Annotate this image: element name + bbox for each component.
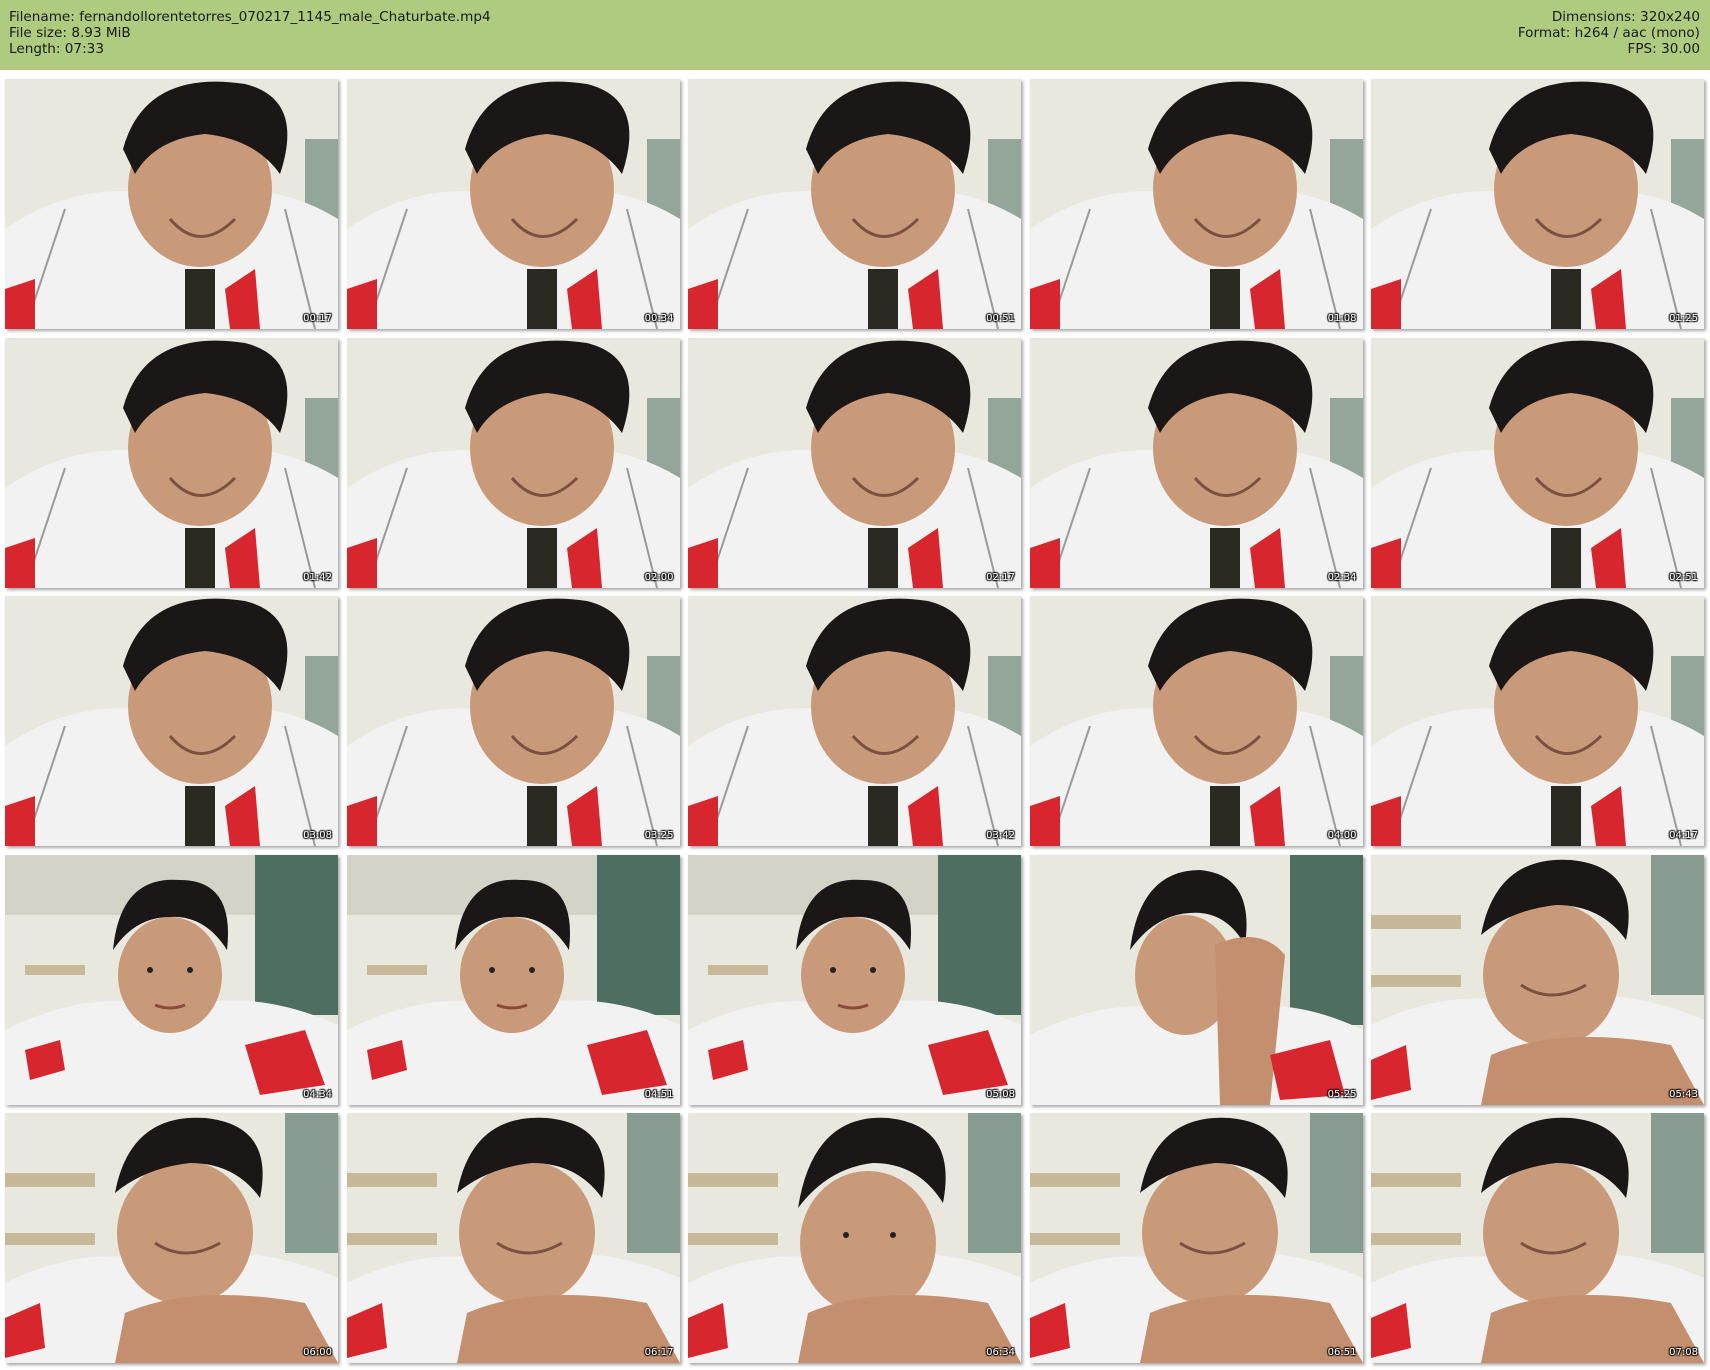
thumbnail-frame-image xyxy=(1371,337,1704,588)
thumbnail-timestamp: 01:08 xyxy=(1327,313,1357,324)
video-thumbnail: 01:42 xyxy=(5,337,338,588)
thumbnail-timestamp: 02:34 xyxy=(1327,571,1357,583)
video-thumbnail: 01:25 xyxy=(1371,79,1704,329)
fps-text: FPS: 30.00 xyxy=(1627,41,1700,57)
video-thumbnail: 04:00 xyxy=(1029,596,1363,846)
thumbnail-timestamp: 07:08 xyxy=(1669,1347,1698,1358)
thumbnail-timestamp: 04:17 xyxy=(1669,830,1698,841)
video-thumbnail: 01:08 xyxy=(1029,79,1363,329)
thumbnail-frame-image xyxy=(1371,596,1704,846)
thumbnail-frame-image xyxy=(5,1113,338,1363)
video-thumbnail: 05:43 xyxy=(1371,854,1704,1105)
video-thumbnail: 03:42 xyxy=(688,596,1021,846)
thumbnail-frame-image xyxy=(1029,79,1363,329)
format-text: Format: h264 / aac (mono) xyxy=(1517,25,1700,41)
video-thumbnail: 07:08 xyxy=(1371,1113,1704,1363)
thumbnail-timestamp: 02:17 xyxy=(986,571,1015,583)
thumbnail-frame-image xyxy=(1029,337,1363,588)
thumbnail-timestamp: 06:00 xyxy=(303,1347,332,1358)
thumbnail-timestamp: 02:51 xyxy=(1669,571,1698,583)
thumbnail-timestamp: 05:08 xyxy=(986,1088,1015,1100)
dimensions-text: Dimensions: 320x240 xyxy=(1551,9,1700,25)
thumbnail-timestamp: 00:17 xyxy=(303,313,332,324)
video-thumbnail: 02:34 xyxy=(1029,337,1363,588)
video-thumbnail: 04:17 xyxy=(1371,596,1704,846)
thumbnail-timestamp: 03:08 xyxy=(303,830,332,841)
video-thumbnail: 00:51 xyxy=(688,79,1021,329)
thumbnail-frame-image xyxy=(1029,854,1363,1105)
length-text: Length: 07:33 xyxy=(9,41,104,57)
thumbnail-frame-image xyxy=(688,79,1021,329)
thumbnail-timestamp: 01:42 xyxy=(303,571,332,583)
thumbnail-timestamp: 05:43 xyxy=(1669,1088,1698,1100)
thumbnail-timestamp: 04:00 xyxy=(1327,830,1357,841)
video-thumbnail: 02:17 xyxy=(688,337,1021,588)
video-thumbnail: 05:25 xyxy=(1029,854,1363,1105)
video-thumbnail: 00:34 xyxy=(346,79,680,329)
video-thumbnail: 00:17 xyxy=(5,79,338,329)
file-info-right: Dimensions: 320x240 Format: h264 / aac (… xyxy=(1518,9,1700,57)
thumbnail-frame-image xyxy=(1371,854,1704,1105)
thumbnail-frame-image xyxy=(1371,1113,1704,1363)
thumbnail-timestamp: 06:51 xyxy=(1327,1347,1357,1358)
thumbnail-timestamp: 00:34 xyxy=(644,313,674,324)
thumbnail-timestamp: 06:34 xyxy=(986,1347,1015,1358)
thumbnail-frame-image xyxy=(1371,79,1704,329)
thumbnail-frame-image xyxy=(346,596,680,846)
info-header: Filename: fernandollorentetorres_070217_… xyxy=(0,0,1710,70)
thumbnail-timestamp: 03:42 xyxy=(986,830,1015,841)
video-thumbnail: 02:51 xyxy=(1371,337,1704,588)
thumbnail-frame-image xyxy=(688,596,1021,846)
thumbnail-timestamp: 04:51 xyxy=(644,1088,674,1100)
thumbnail-frame-image xyxy=(5,596,338,846)
thumbnail-frame-image xyxy=(688,1113,1021,1363)
thumbnail-timestamp: 03:25 xyxy=(644,830,674,841)
thumbnail-frame-image xyxy=(688,854,1021,1105)
thumbnail-frame-image xyxy=(346,79,680,329)
thumbnail-timestamp: 05:25 xyxy=(1327,1088,1357,1100)
thumbnail-timestamp: 01:25 xyxy=(1669,313,1698,324)
thumbnail-frame-image xyxy=(5,79,338,329)
file-info-left: Filename: fernandollorentetorres_070217_… xyxy=(9,9,491,57)
thumbnail-frame-image xyxy=(346,854,680,1105)
thumbnail-timestamp: 00:51 xyxy=(986,313,1015,324)
thumbnail-frame-image xyxy=(688,337,1021,588)
video-thumbnail: 05:08 xyxy=(688,854,1021,1105)
thumbnail-frame-image xyxy=(5,854,338,1105)
thumbnail-timestamp: 02:00 xyxy=(644,571,674,583)
thumbnail-frame-image xyxy=(5,337,338,588)
thumbnail-frame-image xyxy=(1029,1113,1363,1363)
video-thumbnail: 03:25 xyxy=(346,596,680,846)
thumbnail-frame-image xyxy=(1029,596,1363,846)
filename-text: Filename: fernandollorentetorres_070217_… xyxy=(9,9,491,25)
video-thumbnail: 06:17 xyxy=(346,1113,680,1363)
video-thumbnail: 03:08 xyxy=(5,596,338,846)
file-size-text: File size: 8.93 MiB xyxy=(9,25,131,41)
video-thumbnail: 02:00 xyxy=(346,337,680,588)
video-thumbnail: 06:00 xyxy=(5,1113,338,1363)
thumbnail-frame-image xyxy=(346,337,680,588)
thumbnail-timestamp: 04:34 xyxy=(303,1088,332,1100)
thumbnail-timestamp: 06:17 xyxy=(644,1347,674,1358)
thumbnail-frame-image xyxy=(346,1113,680,1363)
thumbnail-grid: 00:17 00:34 00:51 01:08 01:25 01:42 02:00 02:17… xyxy=(5,79,1705,1365)
video-thumbnail: 04:34 xyxy=(5,854,338,1105)
video-thumbnail: 06:51 xyxy=(1029,1113,1363,1363)
video-thumbnail: 06:34 xyxy=(688,1113,1021,1363)
video-thumbnail: 04:51 xyxy=(346,854,680,1105)
